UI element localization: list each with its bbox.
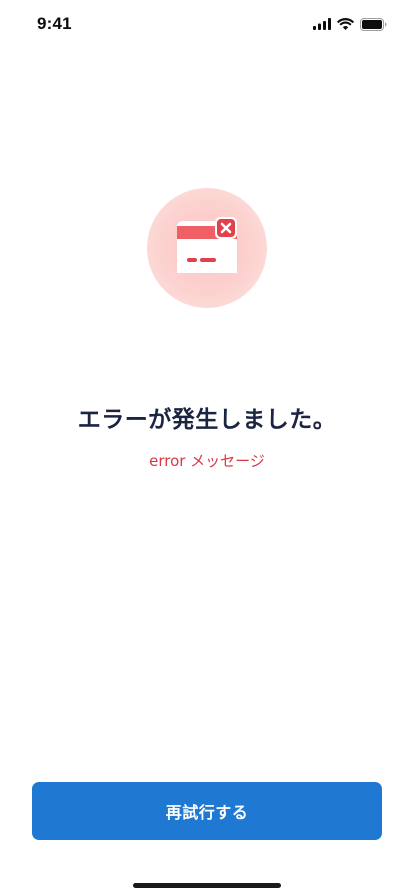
- status-icons: [313, 17, 387, 31]
- home-indicator: [133, 883, 281, 888]
- retry-button[interactable]: 再試行する: [32, 782, 382, 840]
- status-bar: 9:41: [0, 0, 414, 50]
- battery-icon: [360, 17, 387, 31]
- status-time: 9:41: [37, 14, 72, 33]
- error-illustration: [147, 188, 267, 308]
- wifi-icon: [337, 18, 354, 30]
- cellular-signal-icon: [313, 18, 331, 30]
- error-message: error メッセージ: [149, 452, 265, 470]
- error-screen: 9:41 エラーが発生しました。 error メッセージ 再試行する: [0, 0, 414, 896]
- error-title: エラーが発生しました。: [77, 407, 337, 433]
- card-error-icon: [177, 217, 237, 273]
